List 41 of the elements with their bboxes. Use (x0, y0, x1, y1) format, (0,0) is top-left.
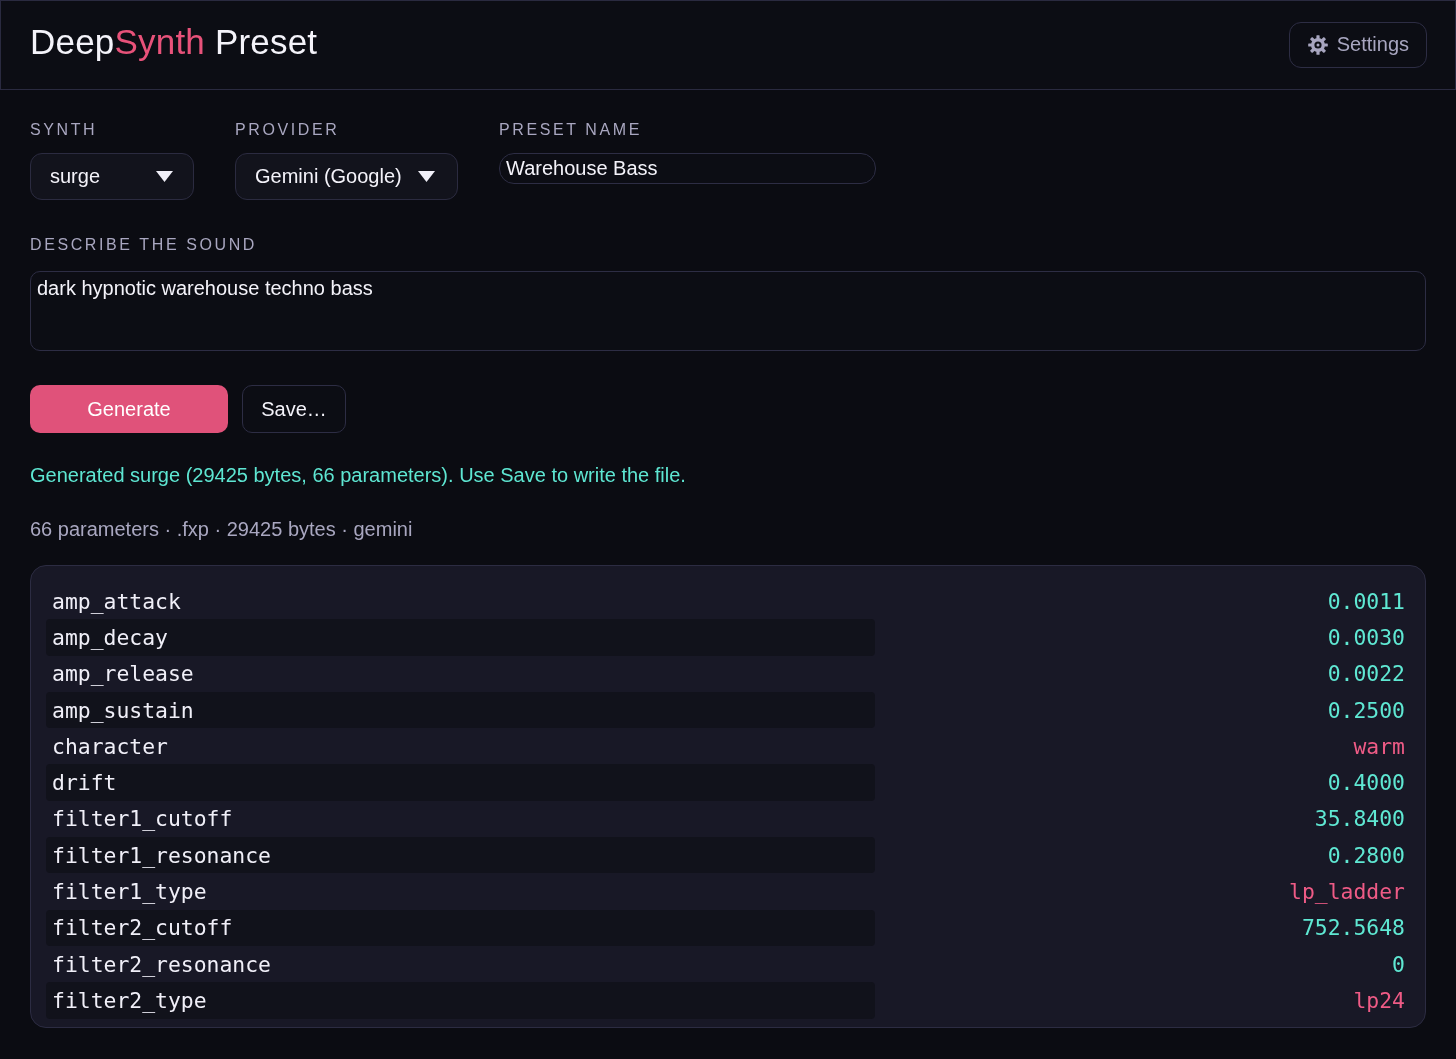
parameter-value: 0.0011 (1327, 588, 1405, 614)
status-message: Generated surge (29425 bytes, 66 parameters). Use Save to write the file. (30, 463, 687, 487)
parameter-name: drift (52, 770, 117, 796)
parameter-name: filter2_resonance (52, 951, 271, 977)
parameter-value: 0.2800 (1327, 842, 1405, 868)
parameter-value: lp24 (1353, 987, 1405, 1013)
parameter-value: 35.8400 (1314, 806, 1405, 832)
field-label: SYNTH (30, 120, 99, 140)
parameter-name: character (52, 733, 168, 759)
parameter-value: warm (1353, 733, 1405, 759)
parameter-name: amp_attack (52, 588, 181, 614)
parameter-name: filter1_cutoff (52, 806, 233, 832)
parameter-value: 0.0022 (1327, 661, 1405, 687)
preset-name-input[interactable]: Warehouse Bass (499, 153, 876, 184)
parameter-value: 0 (1392, 951, 1405, 977)
parameter-name: amp_release (52, 661, 194, 687)
parameter-value: 752.5648 (1301, 915, 1405, 941)
caret-icon (418, 171, 435, 182)
provider-select[interactable]: Gemini (Google) (235, 153, 458, 200)
save-button[interactable]: Save… (242, 385, 346, 433)
caret-icon (156, 171, 173, 182)
settings-button[interactable]: Settings (1288, 21, 1427, 68)
synth-select[interactable]: surge (30, 153, 194, 200)
parameter-name: filter1_resonance (52, 842, 271, 868)
preset-summary: 66 parameters · .fxp · 29425 bytes · gemini (30, 517, 414, 541)
parameter-value: 0.0030 (1327, 624, 1405, 650)
parameter-value: 0.2500 (1327, 697, 1405, 723)
settings-icon (1307, 34, 1328, 55)
parameter-name: amp_decay (52, 624, 168, 650)
parameter-name: amp_sustain (52, 697, 194, 723)
parameter-value: lp_ladder (1289, 879, 1405, 904)
field-label: DESCRIBE THE SOUND (30, 235, 258, 255)
generate-button[interactable]: Generate (30, 385, 228, 433)
parameter-name: filter2_type (52, 987, 207, 1013)
app-title: DeepSynth Preset (30, 22, 318, 62)
parameter-name: filter1_type (52, 879, 207, 904)
field-label: PRESET NAME (499, 120, 643, 140)
parameter-name: filter2_cutoff (52, 915, 233, 941)
parameter-value: 0.4000 (1327, 770, 1405, 796)
description-field[interactable]: dark hypnotic warehouse techno bass (30, 271, 1426, 351)
field-label: PROVIDER (235, 120, 341, 140)
